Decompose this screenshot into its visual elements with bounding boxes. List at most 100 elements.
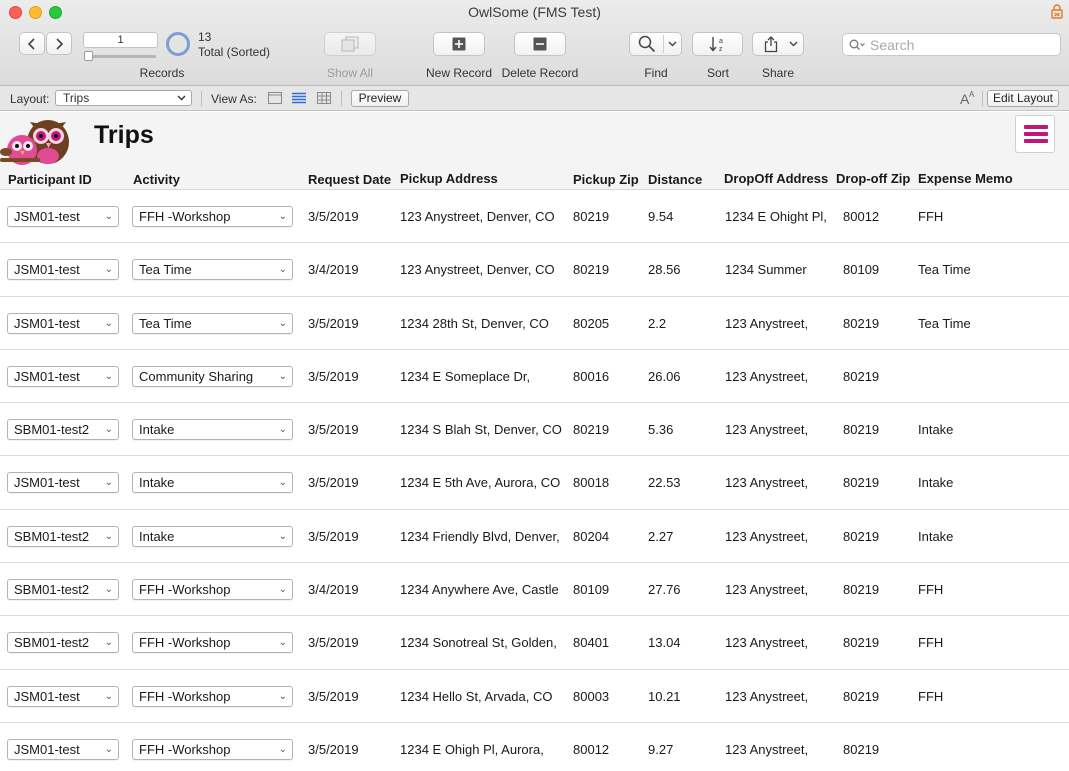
- pickup-zip-field[interactable]: 80016: [573, 369, 609, 384]
- pickup-address-field[interactable]: 1234 Hello St, Arvada, CO: [400, 689, 552, 704]
- participant-id-popup[interactable]: JSM01-test ⌄: [7, 365, 119, 387]
- request-date-field[interactable]: 3/5/2019: [308, 316, 359, 331]
- request-date-field[interactable]: 3/5/2019: [308, 369, 359, 384]
- expense-memo-field[interactable]: Tea Time: [918, 316, 971, 331]
- dropoff-zip-field[interactable]: 80219: [843, 369, 879, 384]
- pickup-address-field[interactable]: 123 Anystreet, Denver, CO: [400, 209, 555, 224]
- next-record-button[interactable]: [46, 32, 72, 55]
- column-header-participant-id[interactable]: Participant ID: [8, 172, 92, 187]
- pickup-address-field[interactable]: 1234 E 5th Ave, Aurora, CO: [400, 475, 560, 490]
- activity-popup[interactable]: FFH -Workshop ⌄: [132, 632, 293, 654]
- dropoff-zip-field[interactable]: 80219: [843, 316, 879, 331]
- dropoff-address-field[interactable]: 123 Anystreet,: [725, 422, 808, 437]
- distance-field[interactable]: 2.2: [648, 316, 666, 331]
- distance-field[interactable]: 5.36: [648, 422, 673, 437]
- activity-popup[interactable]: FFH -Workshop ⌄: [132, 579, 293, 601]
- layout-select[interactable]: Trips: [55, 90, 192, 106]
- pickup-zip-field[interactable]: 80018: [573, 475, 609, 490]
- pickup-address-field[interactable]: 123 Anystreet, Denver, CO: [400, 262, 555, 277]
- participant-id-popup[interactable]: JSM01-test ⌄: [7, 738, 119, 760]
- dropoff-address-field[interactable]: 123 Anystreet,: [725, 689, 808, 704]
- dropoff-address-field[interactable]: 123 Anystreet,: [725, 316, 808, 331]
- participant-id-popup[interactable]: SBM01-test2 ⌄: [7, 525, 119, 547]
- expense-memo-field[interactable]: FFH: [918, 635, 943, 650]
- column-header-distance[interactable]: Distance: [648, 172, 702, 187]
- dropoff-zip-field[interactable]: 80012: [843, 209, 879, 224]
- activity-popup[interactable]: Intake ⌄: [132, 472, 293, 494]
- distance-field[interactable]: 9.27: [648, 742, 673, 757]
- table-row[interactable]: SBM01-test2 ⌄ FFH -Workshop ⌄ 3/4/2019 123…: [0, 563, 1069, 617]
- dropoff-zip-field[interactable]: 80219: [843, 582, 879, 597]
- column-header-pickup-zip[interactable]: Pickup Zip: [573, 172, 639, 187]
- preview-button[interactable]: Preview: [351, 90, 409, 107]
- expense-memo-field[interactable]: Intake: [918, 475, 953, 490]
- pickup-zip-field[interactable]: 80219: [573, 262, 609, 277]
- pickup-zip-field[interactable]: 80219: [573, 209, 609, 224]
- dropoff-address-field[interactable]: 123 Anystreet,: [725, 742, 808, 757]
- column-header-dropoff-address[interactable]: DropOff Address: [724, 171, 828, 186]
- quick-find-search[interactable]: [842, 33, 1061, 56]
- distance-field[interactable]: 10.21: [648, 689, 681, 704]
- request-date-field[interactable]: 3/5/2019: [308, 422, 359, 437]
- dropoff-zip-field[interactable]: 80219: [843, 529, 879, 544]
- dropoff-address-field[interactable]: 123 Anystreet,: [725, 369, 808, 384]
- expense-memo-field[interactable]: FFH: [918, 582, 943, 597]
- participant-id-popup[interactable]: SBM01-test2 ⌄: [7, 419, 119, 441]
- pickup-zip-field[interactable]: 80109: [573, 582, 609, 597]
- request-date-field[interactable]: 3/5/2019: [308, 635, 359, 650]
- column-header-expense-memo[interactable]: Expense Memo: [918, 171, 1013, 186]
- text-format-icon[interactable]: A A: [960, 89, 976, 107]
- distance-field[interactable]: 9.54: [648, 209, 673, 224]
- request-date-field[interactable]: 3/5/2019: [308, 529, 359, 544]
- chevron-down-icon[interactable]: [668, 41, 677, 47]
- edit-layout-button[interactable]: Edit Layout: [987, 90, 1059, 107]
- table-row[interactable]: JSM01-test ⌄ Intake ⌄ 3/5/2019 1234 E 5th …: [0, 456, 1069, 510]
- request-date-field[interactable]: 3/5/2019: [308, 689, 359, 704]
- pickup-address-field[interactable]: 1234 Sonotreal St, Golden,: [400, 635, 557, 650]
- form-view-icon[interactable]: [268, 92, 282, 104]
- pickup-zip-field[interactable]: 80012: [573, 742, 609, 757]
- dropoff-address-field[interactable]: 1234 Summer: [725, 262, 807, 277]
- participant-id-popup[interactable]: SBM01-test2 ⌄: [7, 632, 119, 654]
- dropoff-zip-field[interactable]: 80219: [843, 422, 879, 437]
- previous-record-button[interactable]: [19, 32, 45, 55]
- list-view-icon[interactable]: [292, 92, 306, 104]
- distance-field[interactable]: 27.76: [648, 582, 681, 597]
- table-row[interactable]: JSM01-test ⌄ Community Sharing ⌄ 3/5/2019 …: [0, 349, 1069, 404]
- pickup-address-field[interactable]: 1234 28th St, Denver, CO: [400, 316, 549, 331]
- distance-field[interactable]: 26.06: [648, 369, 681, 384]
- distance-field[interactable]: 28.56: [648, 262, 681, 277]
- participant-id-popup[interactable]: JSM01-test ⌄: [7, 312, 119, 334]
- dropoff-zip-field[interactable]: 80219: [843, 689, 879, 704]
- request-date-field[interactable]: 3/4/2019: [308, 582, 359, 597]
- expense-memo-field[interactable]: Tea Time: [918, 262, 971, 277]
- column-header-dropoff-zip[interactable]: Drop-off Zip: [836, 171, 910, 186]
- search-input[interactable]: [870, 36, 1050, 53]
- activity-popup[interactable]: Community Sharing ⌄: [132, 365, 293, 387]
- dropoff-address-field[interactable]: 123 Anystreet,: [725, 475, 808, 490]
- table-row[interactable]: SBM01-test2 ⌄ Intake ⌄ 3/5/2019 1234 Frien…: [0, 509, 1069, 564]
- participant-id-popup[interactable]: JSM01-test ⌄: [7, 685, 119, 707]
- table-row[interactable]: JSM01-test ⌄ FFH -Workshop ⌄ 3/5/2019 1234…: [0, 669, 1069, 723]
- table-view-icon[interactable]: [317, 92, 331, 104]
- expense-memo-field[interactable]: FFH: [918, 689, 943, 704]
- activity-popup[interactable]: Intake ⌄: [132, 419, 293, 441]
- dropoff-zip-field[interactable]: 80219: [843, 475, 879, 490]
- pickup-zip-field[interactable]: 80205: [573, 316, 609, 331]
- request-date-field[interactable]: 3/5/2019: [308, 742, 359, 757]
- column-header-activity[interactable]: Activity: [133, 172, 180, 187]
- chevron-down-icon[interactable]: [789, 41, 798, 47]
- dropoff-zip-field[interactable]: 80219: [843, 742, 879, 757]
- new-record-button[interactable]: [433, 32, 485, 56]
- expense-memo-field[interactable]: FFH: [918, 209, 943, 224]
- expense-memo-field[interactable]: Intake: [918, 529, 953, 544]
- pickup-zip-field[interactable]: 80401: [573, 635, 609, 650]
- participant-id-popup[interactable]: JSM01-test ⌄: [7, 206, 119, 227]
- pickup-address-field[interactable]: 1234 E Ohigh Pl, Aurora,: [400, 742, 544, 757]
- activity-popup[interactable]: Tea Time ⌄: [132, 312, 293, 334]
- table-row[interactable]: JSM01-test ⌄ FFH -Workshop ⌄ 3/5/2019 123 …: [0, 190, 1069, 244]
- pickup-zip-field[interactable]: 80219: [573, 422, 609, 437]
- delete-record-button[interactable]: [514, 32, 566, 56]
- dropoff-address-field[interactable]: 1234 E Ohight Pl,: [725, 209, 827, 224]
- distance-field[interactable]: 13.04: [648, 635, 681, 650]
